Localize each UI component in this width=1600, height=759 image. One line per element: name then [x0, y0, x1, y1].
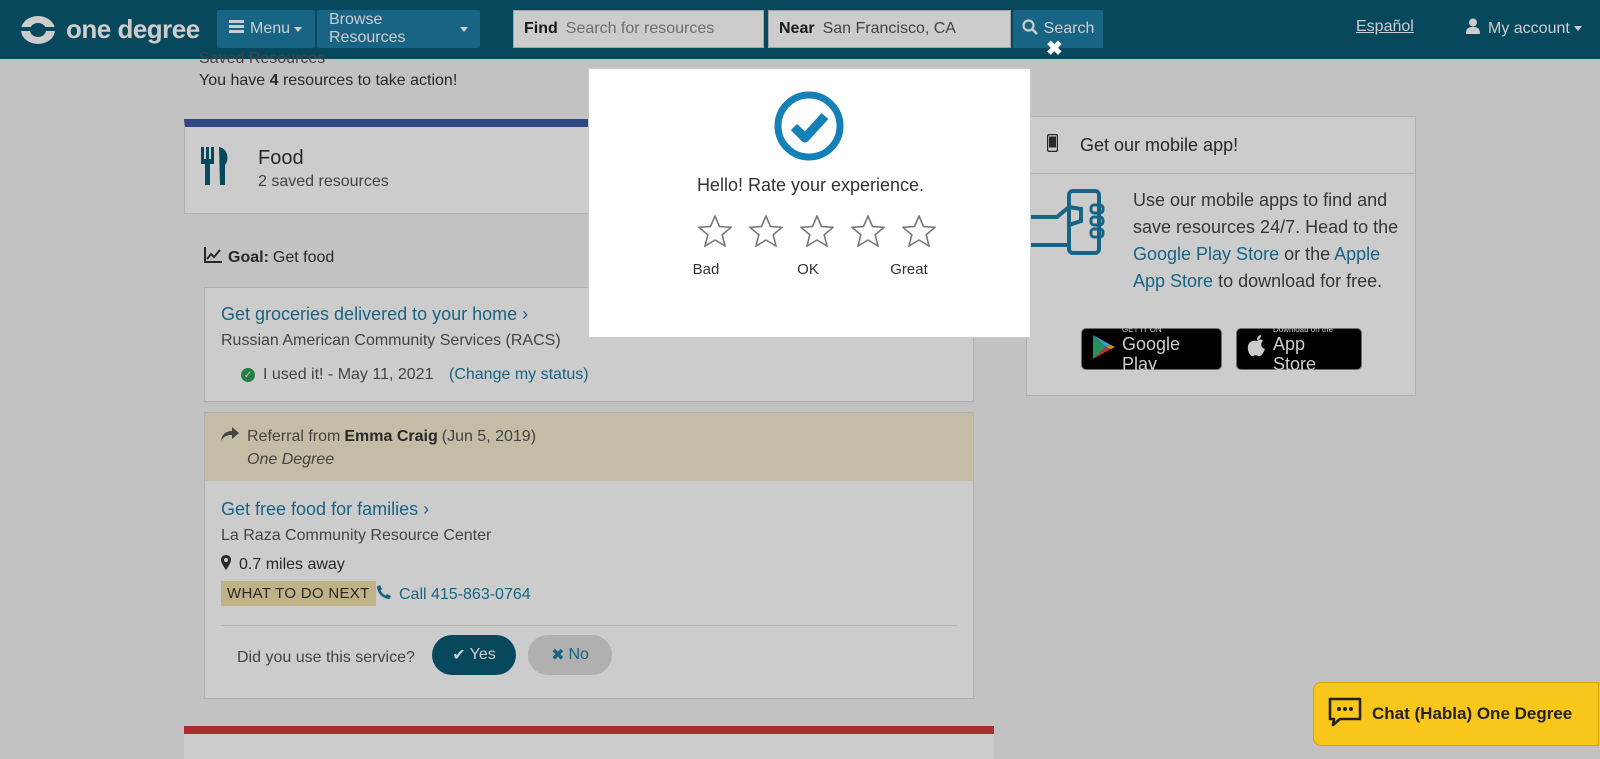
star-icon[interactable] [842, 215, 893, 251]
star-icon[interactable] [689, 215, 740, 251]
chat-label: Chat (Habla) One Degree [1372, 704, 1573, 723]
rating-stars [689, 215, 944, 251]
chat-button[interactable]: Chat (Habla) One Degree [1313, 682, 1599, 746]
close-icon[interactable]: ✖ [1046, 39, 1063, 59]
chat-bubble-icon [1328, 697, 1362, 731]
modal-title: Hello! Rate your experience. [696, 175, 925, 195]
star-icon[interactable] [791, 215, 842, 251]
rating-label-ok: OK [797, 261, 819, 278]
rating-label-bad: Bad [692, 261, 720, 278]
rating-label-great: Great [890, 261, 928, 278]
star-icon[interactable] [740, 215, 791, 251]
check-circle-icon [773, 90, 845, 162]
rating-labels: Bad OK Great [589, 261, 1032, 281]
star-icon[interactable] [893, 215, 944, 251]
rating-modal: Hello! Rate your experience. Bad OK Grea… [588, 68, 1031, 338]
